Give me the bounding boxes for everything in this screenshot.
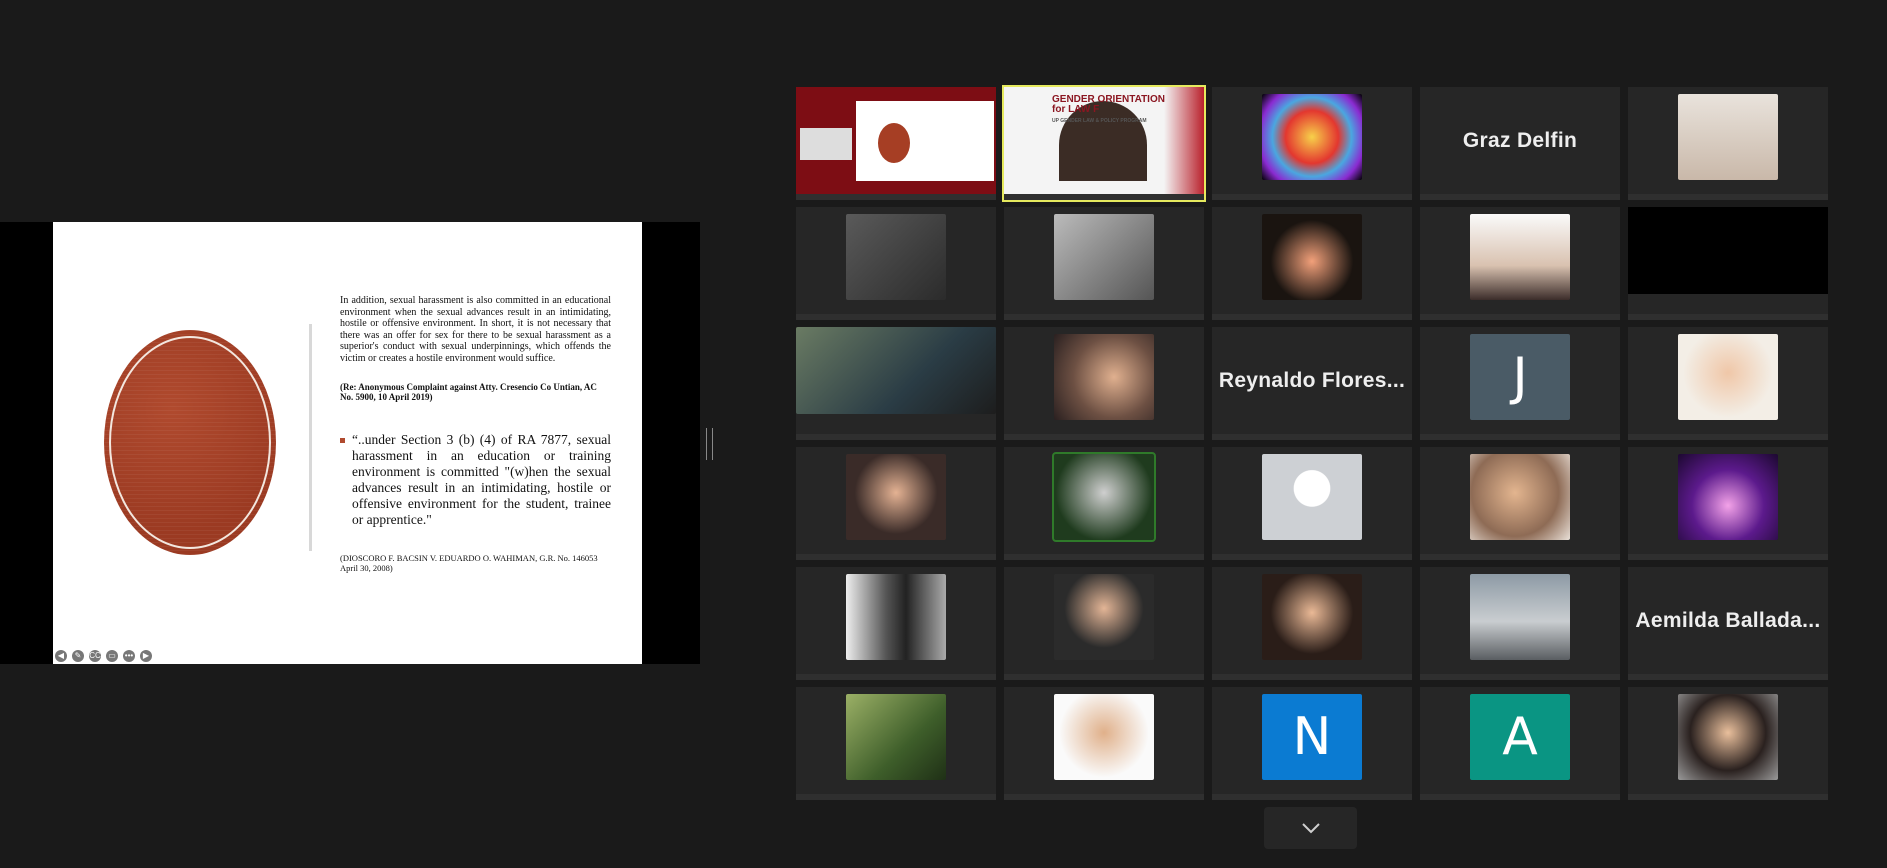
participant-tile[interactable]: Aemilda Ballada...: [1628, 567, 1828, 680]
gallery-scroll-down-button[interactable]: [1264, 807, 1357, 849]
seal-logo: [104, 330, 276, 555]
avatar: [1054, 694, 1154, 780]
slide-thumbnail: [856, 101, 994, 181]
avatar: [1470, 574, 1570, 660]
seal-logo: [878, 123, 910, 163]
participant-tile[interactable]: [1004, 687, 1204, 800]
avatar: [1678, 694, 1778, 780]
camera-off-icon[interactable]: ▭: [106, 650, 118, 662]
captions-icon[interactable]: CC: [89, 650, 101, 662]
participant-tile[interactable]: [1004, 327, 1204, 440]
avatar: [1262, 214, 1362, 300]
participant-tile[interactable]: [796, 87, 996, 200]
avatar: [846, 574, 946, 660]
participant-tile-active-speaker[interactable]: GENDER ORIENTATION for LAW F UP GENDER L…: [1002, 85, 1206, 202]
avatar: [1262, 94, 1362, 180]
participant-tile[interactable]: [796, 567, 996, 680]
avatar-initial: A: [1470, 694, 1570, 780]
pen-icon[interactable]: ✎: [72, 650, 84, 662]
avatar: [1054, 574, 1154, 660]
participant-tile[interactable]: A: [1420, 687, 1620, 800]
avatar: [1678, 94, 1778, 180]
participant-tile[interactable]: [1212, 207, 1412, 320]
participant-tile[interactable]: [1212, 567, 1412, 680]
avatar: [1678, 334, 1778, 420]
chevron-down-icon: [1301, 823, 1320, 834]
video-thumbnail: [796, 327, 996, 414]
participant-tile[interactable]: [796, 447, 996, 560]
slide-citation-1: (Re: Anonymous Complaint against Atty. C…: [340, 382, 597, 402]
video-thumbnail: GENDER ORIENTATION for LAW F UP GENDER L…: [1004, 87, 1204, 200]
video-off-tile: [1628, 207, 1828, 294]
avatar: [1470, 214, 1570, 300]
participant-tile[interactable]: [1420, 567, 1620, 680]
avatar: [1054, 334, 1154, 420]
participant-tile[interactable]: [796, 327, 996, 440]
screen-share-thumbnail: [796, 87, 996, 200]
participant-tile[interactable]: J: [1420, 327, 1620, 440]
participant-tile[interactable]: [796, 687, 996, 800]
avatar: [1470, 454, 1570, 540]
avatar: [1262, 574, 1362, 660]
participant-tile[interactable]: [1628, 207, 1828, 320]
avatar: [846, 454, 946, 540]
slide-citation-2: (DIOSCORO F. BACSIN V. EDUARDO O. WAHIMA…: [340, 553, 598, 573]
participant-name: Aemilda Ballada...: [1635, 608, 1821, 632]
slide-quote: “..under Section 3 (b) (4) of RA 7877, s…: [340, 432, 611, 528]
shared-screen: In addition, sexual harassment is also c…: [0, 222, 700, 664]
participant-tile[interactable]: [1628, 87, 1828, 200]
banner-line-2: for LAW F: [1052, 104, 1100, 115]
avatar: [1678, 454, 1778, 540]
participant-tile[interactable]: [1420, 207, 1620, 320]
avatar: [1052, 452, 1156, 542]
more-icon[interactable]: •••: [123, 650, 135, 662]
participant-tile[interactable]: [1212, 87, 1412, 200]
participant-tile[interactable]: [1004, 207, 1204, 320]
participant-tile[interactable]: [1628, 327, 1828, 440]
participant-tile[interactable]: [1004, 567, 1204, 680]
participant-tile[interactable]: [1628, 687, 1828, 800]
participant-name: Graz Delfin: [1462, 128, 1578, 152]
participant-tile[interactable]: [1628, 447, 1828, 560]
banner-text: GENDER ORIENTATION for LAW F UP GENDER L…: [1052, 95, 1165, 126]
default-avatar-icon: [1262, 454, 1362, 540]
avatar-initial: J: [1470, 334, 1570, 420]
slide-divider: [309, 324, 312, 551]
participant-tile[interactable]: [1420, 447, 1620, 560]
avatar: [846, 214, 946, 300]
presentation-slide: In addition, sexual harassment is also c…: [53, 222, 642, 664]
video-thumbnail: [800, 128, 852, 160]
participant-tile[interactable]: [1212, 447, 1412, 560]
participant-name: Reynaldo Flores...: [1218, 368, 1406, 392]
slide-paragraph: In addition, sexual harassment is also c…: [340, 295, 611, 364]
avatar: [1054, 214, 1154, 300]
participant-tile[interactable]: Reynaldo Flores...: [1212, 327, 1412, 440]
previous-slide-icon[interactable]: ◀: [55, 650, 67, 662]
participant-tile[interactable]: Graz Delfin: [1420, 87, 1620, 200]
participant-tile[interactable]: [796, 207, 996, 320]
split-resize-handle[interactable]: [706, 428, 713, 460]
avatar: [846, 694, 946, 780]
slide-toolbar: ◀ ✎ CC ▭ ••• ▶: [55, 650, 152, 662]
participant-tile[interactable]: [1004, 447, 1204, 560]
avatar-initial: N: [1262, 694, 1362, 780]
banner-line-3: UP GENDER LAW & POLICY PROGRAM: [1052, 118, 1147, 124]
next-slide-icon[interactable]: ▶: [140, 650, 152, 662]
participant-tile[interactable]: N: [1212, 687, 1412, 800]
